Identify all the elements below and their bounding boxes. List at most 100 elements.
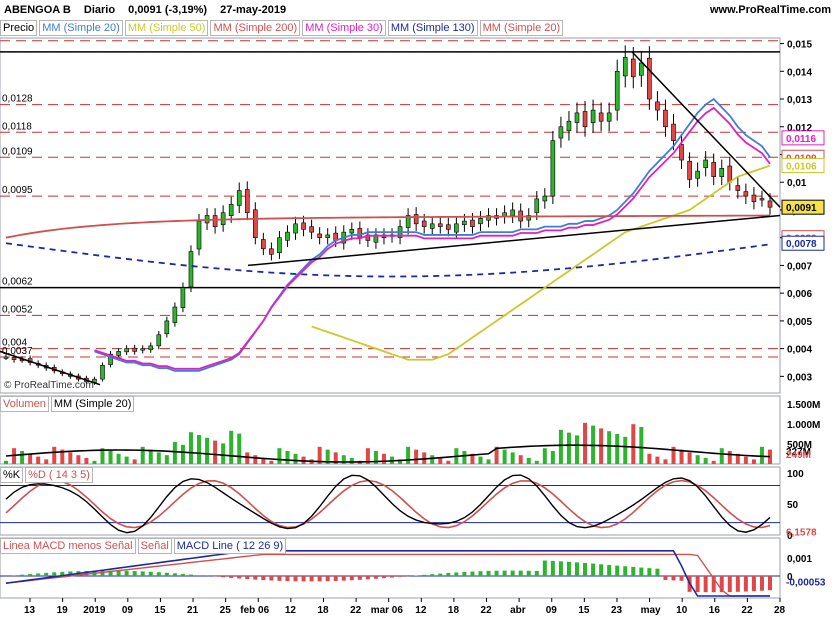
macd-signal-label[interactable]: Señal [137,538,172,554]
y-tick-label: 0,003 [787,372,812,383]
macd-hist-bar [486,570,491,576]
macd-hist-bar [245,576,250,580]
macd-hist-bar [172,573,177,576]
candle [437,223,443,227]
macd-hist-bar [44,572,49,576]
macd-hist-bar [180,573,185,576]
stoch-legend: %K %D ( 14 3 5) [0,467,93,483]
macd-hist-bar [558,561,563,576]
volume-bar [245,452,250,464]
macd-hist-bar [510,570,515,576]
candle [598,112,604,122]
candle [253,209,258,238]
candle [767,200,773,208]
volume-bar [639,427,644,464]
macd-tick-label: 0,001 [787,554,812,565]
macd-hist-bar [164,572,169,576]
volume-bar [679,449,684,464]
volume-legend: Volumen MM (Simple 20) [0,396,135,412]
candle [164,320,170,335]
candle [3,356,9,359]
stoch-k-label[interactable]: %K [0,467,24,483]
macd-hist-bar [285,576,290,582]
macd-hist-bar [269,576,274,581]
volume-bar [462,451,467,464]
macd-hist-label[interactable]: Linea MACD menos Señal [0,538,136,554]
volume-bar [116,453,121,464]
macd-hist-bar [140,571,145,576]
price-chart-svg: 0,01280,01180,01090,00950,00620,00520,00… [0,37,826,616]
volume-bar [607,431,612,464]
macd-hist-bar [502,570,507,576]
price-badge-label: 0,0106 [786,162,817,173]
level-label: 0,0118 [2,121,32,132]
x-tick-label: 22 [481,605,493,616]
candle [590,109,596,124]
candle [156,334,162,347]
volume-bar [221,443,226,464]
y-tick-label: 0,013 [787,95,812,106]
volume-bar [52,446,57,464]
candle [719,168,725,177]
volume-bar [478,456,483,464]
macd-hist-bar [36,573,41,576]
volume-bar [550,451,555,464]
volume-label[interactable]: Volumen [0,396,49,412]
stoch-badge: 6,1578 [786,527,817,538]
volume-bar [663,459,668,464]
volume-bar [381,453,386,464]
macd-hist-bar [349,576,354,581]
macd-hist-bar [446,572,451,576]
candle [244,189,250,214]
macd-hist-bar [156,572,161,576]
volume-bar [164,455,169,464]
macd-hist-bar [12,575,17,576]
y-tick-label: 0,006 [787,289,812,300]
macd-hist-bar [261,576,266,581]
macd-hist-bar [132,571,137,576]
volume-bar [205,437,210,464]
candle [124,348,129,353]
stoch-d-label[interactable]: %D ( 14 3 5) [25,467,93,483]
candle [180,287,186,308]
volume-bar [623,436,628,464]
candle [429,223,435,229]
volume-tick-label: 1.500M [787,400,820,411]
macd-hist-bar [478,571,483,576]
volume-bar [414,449,419,464]
macd-hist-bar [599,564,604,576]
volume-bar [711,460,716,464]
candle [277,237,282,253]
macd-hist-bar [583,562,588,576]
volume-bar [542,448,547,464]
volume-bar [20,451,25,464]
x-tick-label: 18 [448,605,460,616]
macd-hist-bar [751,576,756,592]
volume-bar [759,446,764,464]
volume-bar [148,449,153,464]
volume-sma-label[interactable]: MM (Simple 20) [50,396,135,412]
candle [116,351,121,356]
x-tick-label: may [641,605,661,616]
candle [301,222,306,230]
x-tick-label: 22 [741,605,753,616]
macd-hist-bar [325,576,330,582]
macd-line-label[interactable]: MACD Line ( 12 26 9) [173,538,287,554]
volume-bar [502,449,507,464]
candle [470,219,475,227]
macd-legend: Linea MACD menos Señal Señal MACD Line (… [0,538,287,554]
candle [542,195,548,202]
volume-bar [92,460,97,464]
y-tick-label: 0,01 [787,178,807,189]
volume-bar [655,456,660,464]
candle [228,204,234,216]
candle [132,347,137,352]
volume-bar [277,448,282,464]
candle [614,70,620,111]
volume-bar [180,444,185,464]
candle [663,109,668,128]
volume-bar [132,459,137,464]
level-label: 0,0037 [2,346,33,357]
volume-bar [229,430,234,464]
macd-hist-bar [768,576,772,591]
